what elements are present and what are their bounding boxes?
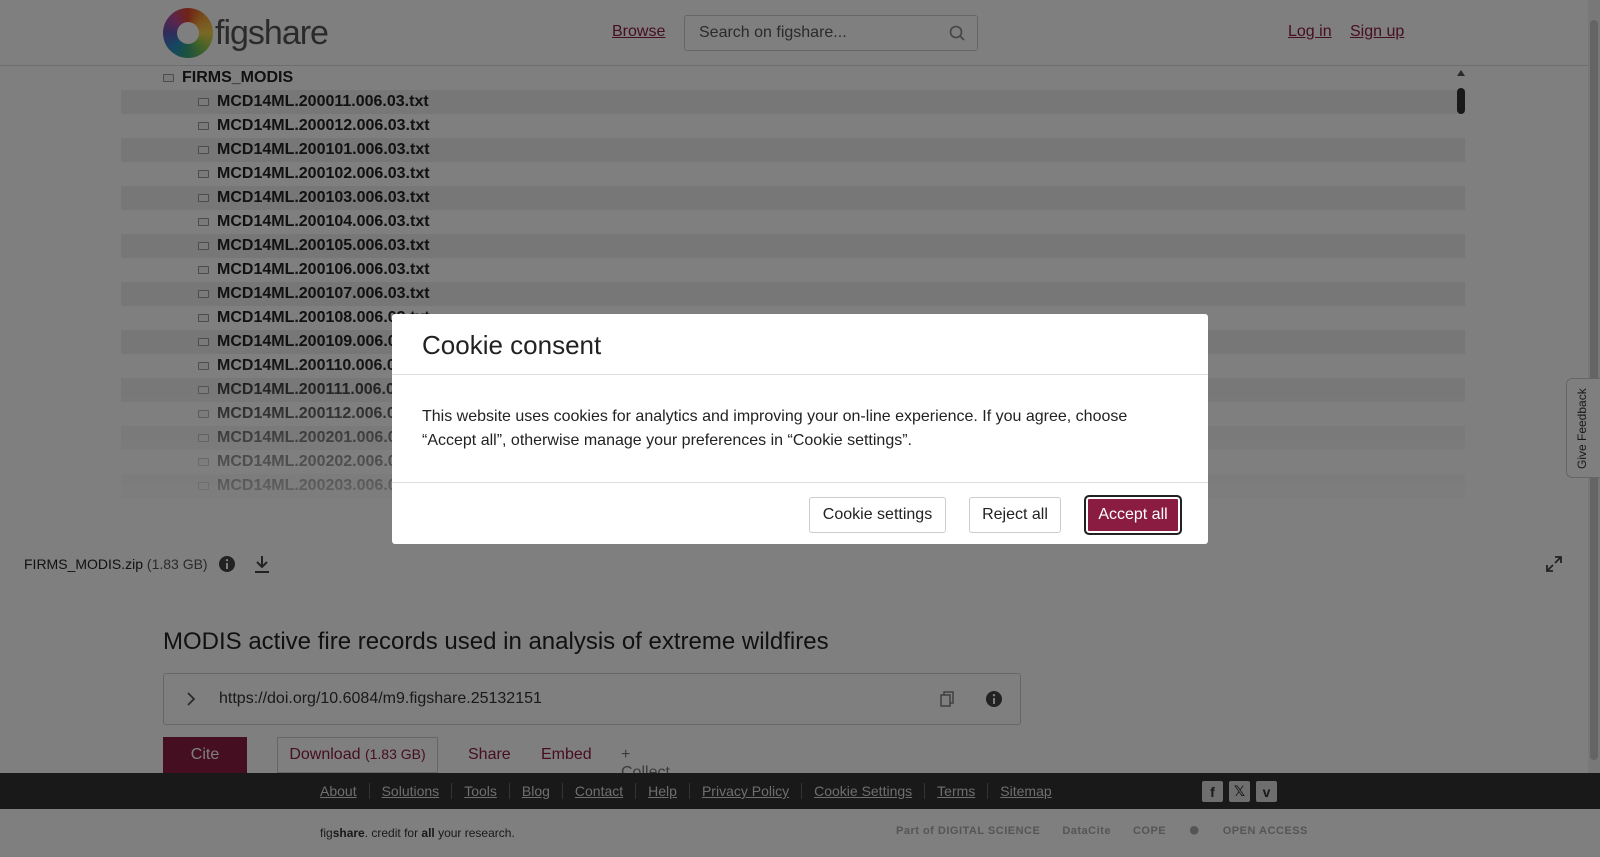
divider [392,374,1208,375]
divider [392,482,1208,483]
reject-all-button[interactable]: Reject all [969,497,1061,533]
cookie-consent-dialog: Cookie consent This website uses cookies… [392,314,1208,544]
cookie-title: Cookie consent [422,330,602,360]
cookie-body: This website uses cookies for analytics … [422,408,1128,449]
cookie-settings-button[interactable]: Cookie settings [809,497,946,533]
accept-all-button[interactable]: Accept all [1084,495,1182,535]
